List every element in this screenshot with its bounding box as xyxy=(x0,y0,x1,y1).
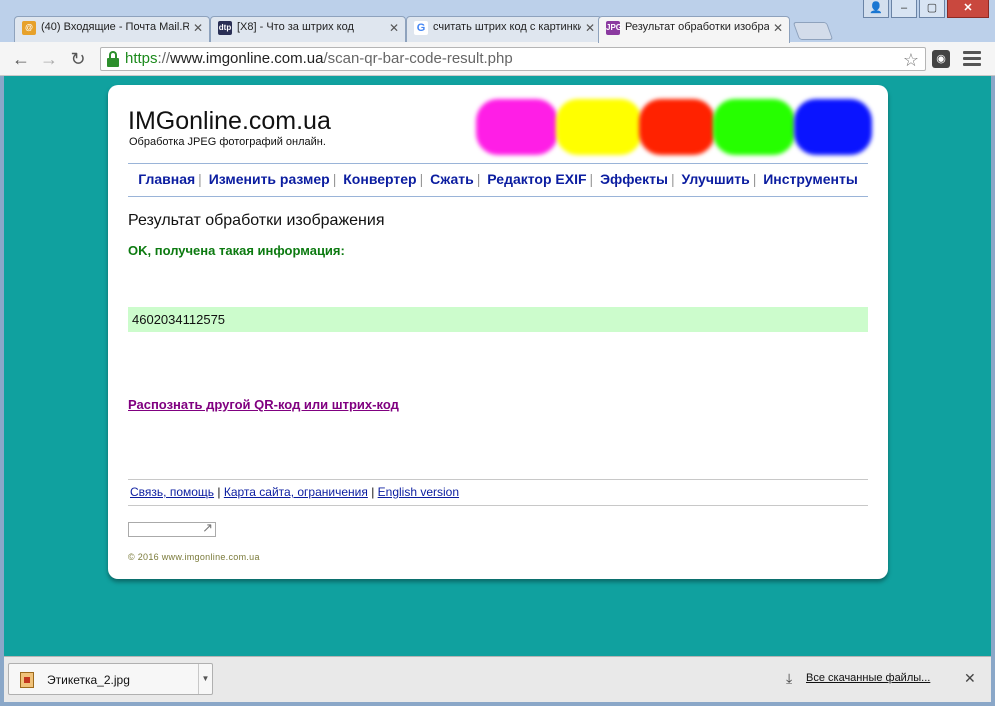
menu-converter[interactable]: Конвертер xyxy=(343,171,416,187)
download-bar: Этикетка_2.jpg ▼ ⤓ Все скачанные файлы..… xyxy=(4,656,991,702)
divider xyxy=(128,505,868,506)
close-window-button[interactable]: ✕ xyxy=(947,0,989,18)
color-blobs-logo xyxy=(476,97,874,157)
tab-title: [X8] - Что за штрих код xyxy=(237,21,354,33)
status-message: OK, получена такая информация: xyxy=(128,243,345,258)
tab-mail[interactable]: @ (40) Входящие - Почта Mail.Ru ✕ xyxy=(14,16,210,42)
lock-icon xyxy=(107,51,119,67)
menu-tools[interactable]: Инструменты xyxy=(763,171,858,187)
window-titlebar: 👤 – ▢ ✕ @ (40) Входящие - Почта Mail.Ru … xyxy=(0,0,995,43)
menu-compress[interactable]: Сжать xyxy=(430,171,474,187)
contact-help-link[interactable]: Связь, помощь xyxy=(130,485,214,499)
divider xyxy=(128,479,868,480)
english-version-link[interactable]: English version xyxy=(378,485,459,499)
content-card: IMGonline.com.ua Обработка JPEG фотограф… xyxy=(108,85,888,579)
forward-button[interactable]: → xyxy=(38,48,60,70)
all-downloads-link[interactable]: Все скачанные файлы... xyxy=(806,672,930,684)
menu-improve[interactable]: Улучшить xyxy=(682,171,750,187)
counter-widget[interactable]: ↗ xyxy=(128,520,216,537)
sitemap-link[interactable]: Карта сайта, ограничения xyxy=(224,485,368,499)
magenta-blob xyxy=(476,99,558,155)
green-blob xyxy=(713,99,795,155)
url-path: /scan-qr-bar-code-result.php xyxy=(323,50,513,67)
dtp-icon: dtp xyxy=(218,21,232,35)
back-button[interactable]: ← xyxy=(10,48,32,70)
footer-links: Связь, помощь | Карта сайта, ограничения… xyxy=(130,485,460,499)
tab-forum[interactable]: dtp [X8] - Что за штрих код ✕ xyxy=(210,16,406,42)
tab-title: считать штрих код с картинки xyxy=(433,21,581,33)
menu-home[interactable]: Главная xyxy=(138,171,195,187)
download-icon: ⤓ xyxy=(786,670,793,686)
bookmark-star-icon[interactable]: ☆ xyxy=(903,49,919,71)
browser-toolbar: ← → ↻ https://www.imgonline.com.ua/scan-… xyxy=(0,42,995,76)
red-blob xyxy=(639,99,715,155)
divider xyxy=(128,196,868,197)
copyright: © 2016 www.imgonline.com.ua xyxy=(128,552,260,562)
download-file-name: Этикетка_2.jpg xyxy=(47,673,130,687)
tab-close-icon[interactable]: ✕ xyxy=(585,21,595,35)
google-icon: G xyxy=(414,21,428,35)
scan-another-link[interactable]: Распознать другой QR-код или штрих-код xyxy=(128,397,399,412)
page-viewport: IMGonline.com.ua Обработка JPEG фотограф… xyxy=(4,76,991,656)
jpg-icon: JPG xyxy=(606,21,622,35)
tab-google[interactable]: G считать штрих код с картинки ✕ xyxy=(406,16,602,42)
menu-icon[interactable] xyxy=(963,51,981,69)
blue-blob xyxy=(794,99,872,155)
close-download-bar-icon[interactable]: ✕ xyxy=(964,670,976,687)
arrow-icon: ↗ xyxy=(202,520,213,535)
download-item[interactable]: Этикетка_2.jpg ▼ xyxy=(8,663,213,695)
page-title: Результат обработки изображения xyxy=(128,212,385,229)
url-host: www.imgonline.com.ua xyxy=(170,50,324,67)
menu-resize[interactable]: Изменить размер xyxy=(209,171,330,187)
window-controls: 👤 – ▢ ✕ xyxy=(863,0,989,18)
barcode-result: 4602034112575 xyxy=(128,307,868,332)
menu-effects[interactable]: Эффекты xyxy=(600,171,668,187)
extension-icon[interactable]: ◉ xyxy=(932,50,950,68)
reload-button[interactable]: ↻ xyxy=(67,48,89,70)
url-scheme: https xyxy=(125,50,158,67)
divider xyxy=(128,163,868,164)
minimize-button[interactable]: – xyxy=(891,0,917,18)
profile-button[interactable]: 👤 xyxy=(863,0,889,18)
yellow-blob xyxy=(556,99,642,155)
new-tab-button[interactable] xyxy=(792,22,834,40)
tab-close-icon[interactable]: ✕ xyxy=(389,21,399,35)
image-file-icon xyxy=(20,672,34,688)
chevron-down-icon[interactable]: ▼ xyxy=(198,664,212,694)
main-menu: Главная | Изменить размер | Конвертер | Сжа… xyxy=(138,171,858,187)
site-subtitle: Обработка JPEG фотографий онлайн. xyxy=(129,136,326,148)
site-title[interactable]: IMGonline.com.ua xyxy=(128,107,331,136)
tab-imgonline[interactable]: JPG Результат обработки изображения ✕ xyxy=(598,16,790,43)
tab-close-icon[interactable]: ✕ xyxy=(193,21,203,35)
menu-exif-editor[interactable]: Редактор EXIF xyxy=(487,171,586,187)
tab-close-icon[interactable]: ✕ xyxy=(773,21,783,35)
tab-title: Результат обработки изображения xyxy=(625,21,769,33)
tab-title: (40) Входящие - Почта Mail.Ru xyxy=(41,21,189,33)
address-bar[interactable]: https://www.imgonline.com.ua/scan-qr-bar… xyxy=(100,47,926,71)
mail-icon: @ xyxy=(22,21,36,35)
url-separator: :// xyxy=(157,50,171,67)
maximize-button[interactable]: ▢ xyxy=(919,0,945,18)
